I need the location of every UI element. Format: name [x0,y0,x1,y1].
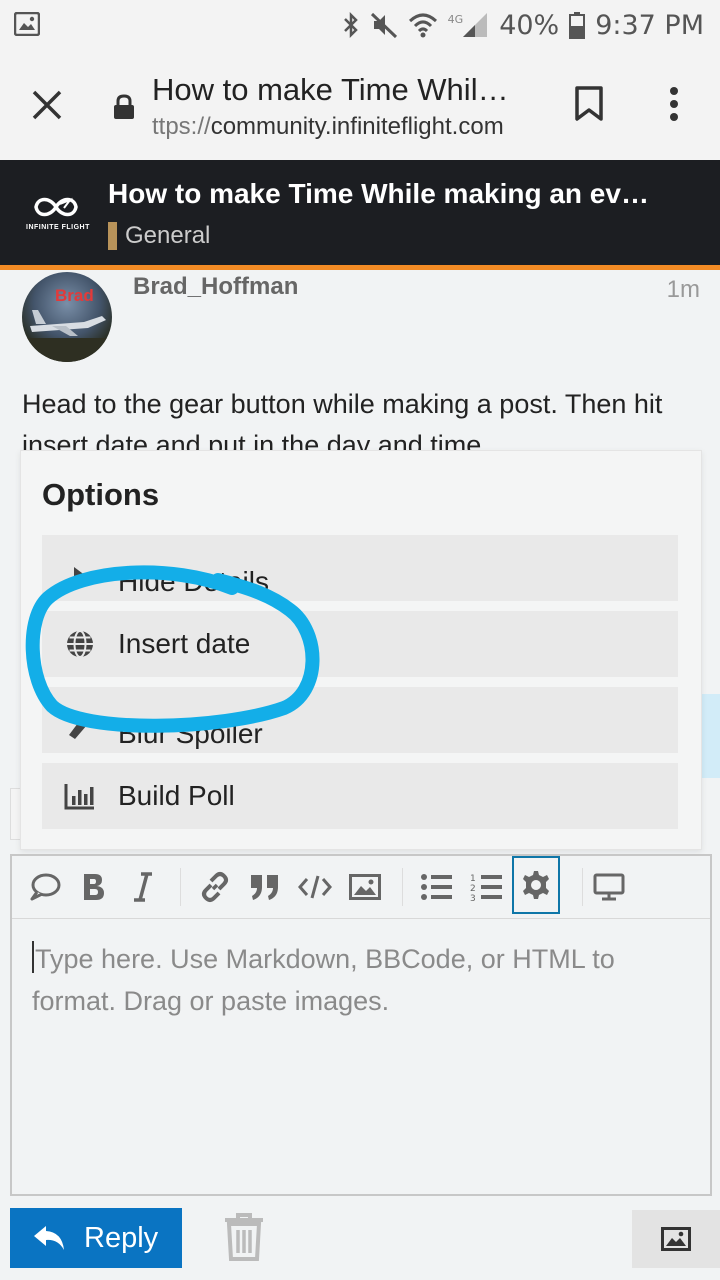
avatar[interactable]: Brad [22,272,112,362]
site-header: INFINITE FLIGHT How to make Time While m… [0,160,720,270]
more-vertical-icon [670,87,678,121]
code-button[interactable] [292,864,338,910]
image-icon [349,874,381,900]
status-bar: 4G 40% 9:37 PM [0,0,720,50]
toolbar-divider [582,868,583,906]
bold-button[interactable] [70,864,116,910]
link-button[interactable] [192,864,238,910]
url-bar[interactable]: ttps://community.infiniteflight.com [152,113,504,141]
gallery-notification-icon [14,12,40,36]
battery-percent: 40% [499,9,560,41]
blockquote-icon [251,875,278,900]
composer-placeholder: Type here. Use Markdown, BBCode, or HTML… [32,944,615,1016]
header-accent-bar [0,265,720,270]
category-badge[interactable]: General [108,222,210,250]
avatar-text: Brad [55,286,94,305]
clock: 9:37 PM [595,9,704,41]
code-icon [298,875,332,899]
toggle-preview-image-button[interactable] [632,1210,720,1268]
category-color-swatch [108,222,117,250]
svg-text:1: 1 [470,874,476,884]
preview-toggle-button[interactable] [586,864,632,910]
signal-icon: 4G [448,11,490,39]
topic-title[interactable]: How to make Time While making an ev… [108,178,649,210]
composer-textarea[interactable]: Type here. Use Markdown, BBCode, or HTML… [32,938,682,1022]
more-menu-button[interactable] [668,86,680,122]
close-tab-button[interactable] [30,88,64,122]
option-label: Build Poll [118,780,235,811]
reply-icon [34,1226,64,1250]
numbered-list-button[interactable]: 123 [464,864,510,910]
link-icon [202,872,228,902]
option-label: Insert date [118,628,251,659]
lock-icon [113,94,135,120]
option-blur-spoiler[interactable]: Blur Spoiler [42,687,678,753]
bold-icon [84,874,104,900]
mute-icon [370,11,398,39]
image-icon [661,1227,691,1251]
spoiler-icon [42,705,118,739]
bluetooth-icon [342,11,360,39]
reply-button[interactable]: Reply [10,1208,182,1268]
composer: 123 Type here. Use Markdown, BBCode, or … [10,854,712,1196]
wifi-icon [408,11,438,39]
caret-right-icon [42,557,118,585]
option-build-poll[interactable]: Build Poll [42,763,678,829]
italic-button[interactable] [120,864,166,910]
option-label: Hide Details [118,566,269,597]
site-logo[interactable]: INFINITE FLIGHT [26,192,90,231]
svg-text:3: 3 [470,894,476,902]
quote-icon [30,873,61,901]
composer-toolbar: 123 [12,856,710,919]
options-gear-button[interactable] [512,856,560,914]
infinite-flight-logo-icon [34,197,78,217]
option-insert-date[interactable]: Insert date [42,611,678,677]
logo-text: INFINITE FLIGHT [26,224,90,231]
battery-icon [569,11,586,39]
bar-chart-icon [42,782,118,810]
bookmark-icon [575,86,603,121]
globe-icon [42,629,118,659]
post-username[interactable]: Brad_Hoffman [133,273,298,301]
numbered-list-icon: 123 [470,874,502,902]
text-cursor [32,941,34,973]
trash-icon [225,1213,263,1261]
browser-toolbar: How to make Time Whil… ttps://community.… [0,50,720,160]
url-scheme: ttps:// [152,113,211,140]
preview-icon [593,873,625,901]
svg-text:2: 2 [470,884,476,894]
toolbar-divider [180,868,181,906]
bullet-list-icon [421,874,452,900]
image-button[interactable] [342,864,388,910]
category-label: General [125,222,211,249]
options-popup: Options Hide Details Insert date Blur Sp… [20,450,702,850]
close-icon [32,90,62,120]
italic-icon [134,872,152,902]
blockquote-button[interactable] [242,864,288,910]
bullet-list-button[interactable] [414,864,460,910]
discard-draft-button[interactable] [222,1212,266,1262]
quote-button[interactable] [22,864,68,910]
bookmark-button[interactable] [574,86,604,122]
page-title: How to make Time Whil… [152,72,509,107]
post-body: Head to the gear button while making a p… [22,389,663,456]
post-time[interactable]: 1m [667,276,700,304]
options-title: Options [42,477,160,512]
gear-icon [523,871,549,899]
toolbar-divider [402,868,403,906]
url-host: community.infiniteflight.com [210,113,504,140]
reply-label: Reply [84,1221,159,1254]
option-label: Blur Spoiler [118,718,263,749]
option-hide-details[interactable]: Hide Details [42,535,678,601]
